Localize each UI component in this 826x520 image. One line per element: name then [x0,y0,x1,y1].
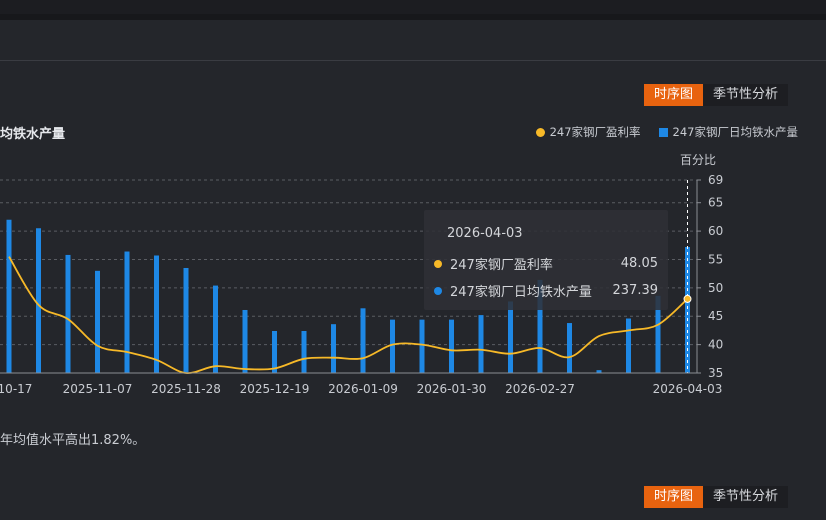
top-bar-shadow [0,14,826,20]
x-tick-label: 2026-02-27 [505,382,575,396]
bar-mark [478,315,484,373]
bar-mark [449,319,454,373]
bar-mark [301,330,307,373]
y-tick-label: 69 [708,173,723,187]
tab-seasonal-analysis[interactable]: 季节性分析 [703,486,789,508]
y-tick-label: 45 [708,309,723,323]
bar-mark [360,308,366,373]
x-tick-label: 5-10-17 [0,382,32,396]
tab-timeseries[interactable]: 时序图 [644,84,704,106]
x-tick-label: 2025-11-07 [63,382,133,396]
x-tick-label: 2026-01-09 [328,382,398,396]
bar-mark [183,267,189,373]
bar-mark [567,323,572,373]
tab-timeseries[interactable]: 时序图 [644,486,704,508]
tooltip-date: 2026-04-03 [447,226,523,241]
bar-mark [124,251,130,373]
tooltip-row-profit-rate: 247家钢厂盈利率 48.05 [434,254,658,273]
legend-label: 247家钢厂盈利率 [549,125,641,139]
bar-mark [36,228,41,373]
y-tick-label: 50 [708,281,723,295]
tooltip-value: 48.05 [620,256,658,271]
right-axis-unit: 百分比 [680,153,717,167]
y-tick-label: 40 [708,338,723,352]
bar-mark [331,324,336,373]
bar-mark [626,318,631,373]
analysis-note: 年均值水平高出1.82%。 [0,433,146,448]
bar-mark [242,309,248,373]
x-tick-label: 2026-04-03 [653,382,723,396]
x-tick-label: 2026-01-30 [417,382,487,396]
legend-item-profit-rate[interactable]: 247家钢厂盈利率 [535,124,641,140]
x-tick-label: 2025-11-28 [151,382,221,396]
bar-mark [95,270,100,373]
tooltip-dot-icon [434,259,442,268]
chart-legend: 247家钢厂盈利率 247家钢厂日均铁水产量 [518,124,798,140]
bar-mark [390,319,395,373]
bar-mark [6,219,12,373]
y-tick-label: 35 [708,366,723,380]
tooltip-value: 237.39 [612,283,659,298]
bar-mark [272,330,277,373]
chart-tooltip: 2026-04-03 247家钢厂盈利率 48.05 247家钢厂日均铁水产量 … [424,210,668,310]
tooltip-label: 247家钢厂盈利率 [450,258,553,273]
legend-dot-icon [535,127,545,137]
bar-mark [508,301,513,373]
legend-square-icon [658,127,668,137]
tooltip-row-iron-output: 247家钢厂日均铁水产量 237.39 [434,281,658,300]
tooltip-dot-icon [434,286,442,295]
bar-mark [419,319,425,373]
top-bar [0,0,826,14]
legend-item-iron-output[interactable]: 247家钢厂日均铁水产量 [658,124,798,140]
legend-label: 247家钢厂日均铁水产量 [672,125,798,139]
chart-view-tabs-top: 时序图 季节性分析 [644,84,789,106]
tab-seasonal-analysis[interactable]: 季节性分析 [703,84,789,106]
chart-view-tabs-bottom: 时序图 季节性分析 [644,486,789,508]
y-tick-label: 65 [708,196,723,210]
y-tick-label: 60 [708,224,723,238]
chart-title: 均铁水产量 [0,127,66,142]
bar-mark [65,254,71,373]
chart-plot: 35 40 45 50 55 60 65 69 5-10-17 2025-11-07 2025-11… [0,173,723,396]
x-tick-label: 2025-12-19 [240,382,310,396]
section-divider [0,60,826,61]
line-point-marker [683,294,692,303]
y-tick-label: 55 [708,252,723,266]
bar-mark [154,255,159,373]
tooltip-label: 247家钢厂日均铁水产量 [450,285,592,300]
bar-mark [213,285,218,373]
